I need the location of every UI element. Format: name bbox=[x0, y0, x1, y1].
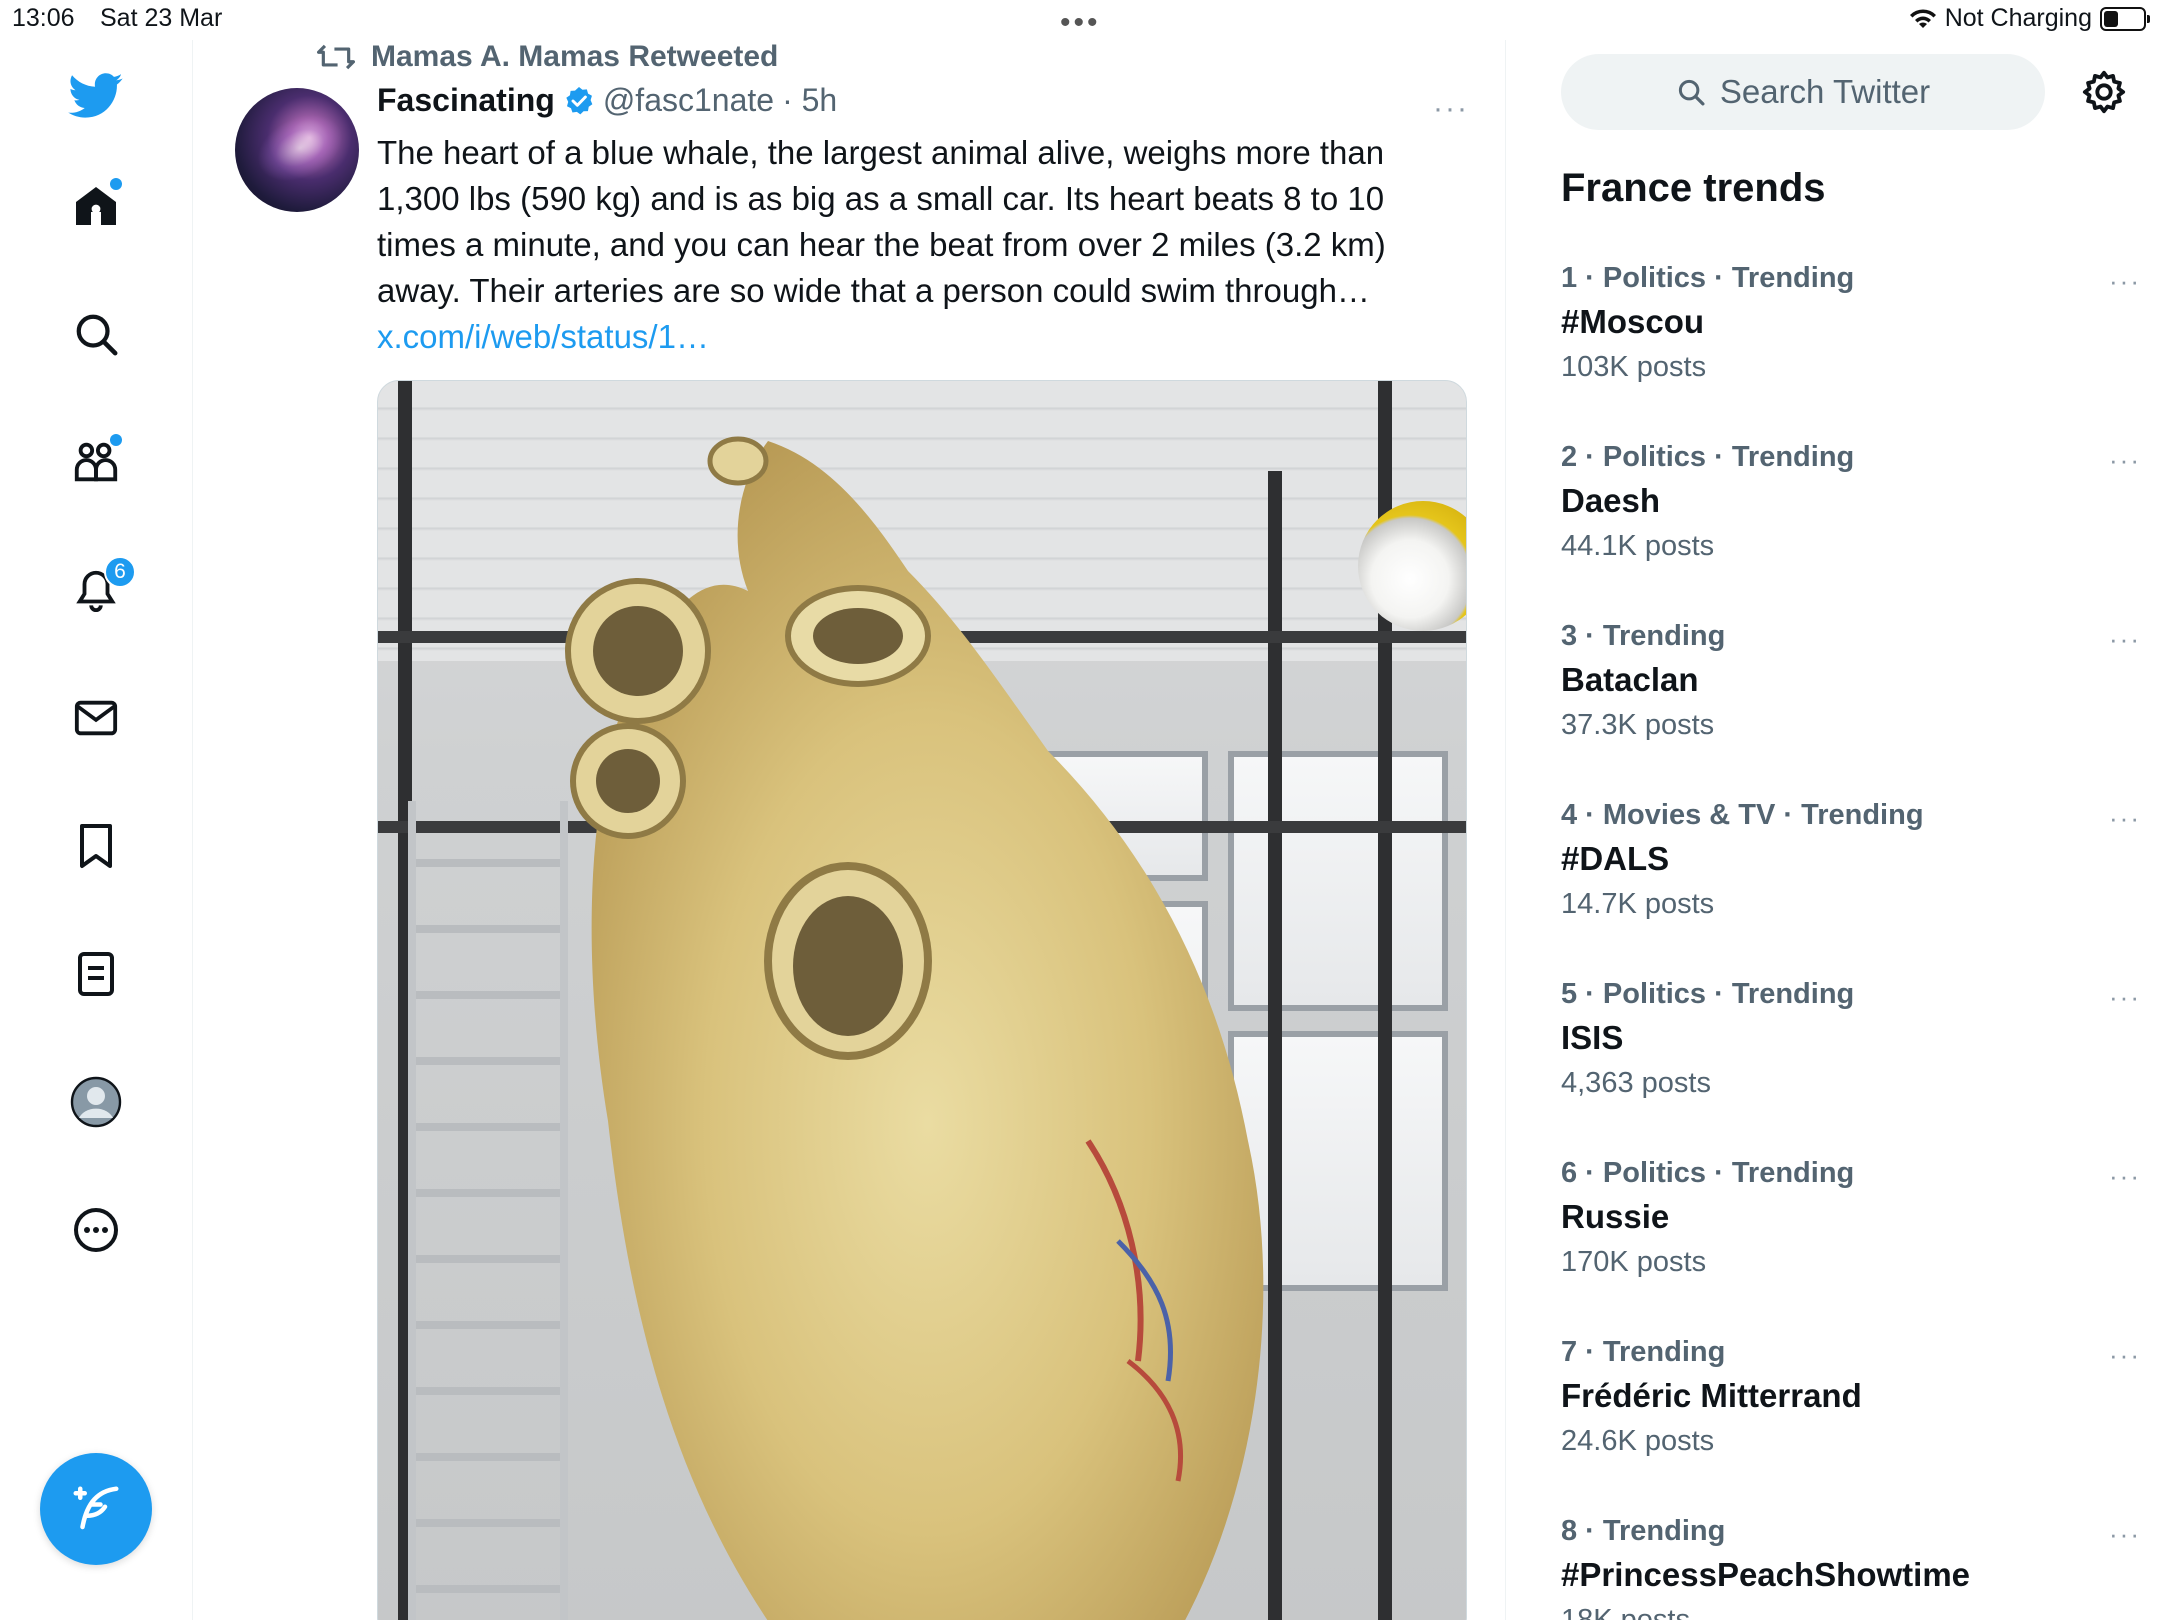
trend-posts: 4,363 posts bbox=[1561, 1067, 1711, 1099]
status-time: 13:06 bbox=[12, 4, 75, 32]
tweet-media-image[interactable] bbox=[377, 380, 1467, 1620]
tweet-more-icon[interactable]: ··· bbox=[1433, 92, 1469, 126]
tweet-body: The heart of a blue whale, the largest a… bbox=[377, 130, 1457, 360]
trend-item[interactable]: 6 · Politics · Trending Russie 170K post… bbox=[1561, 1157, 2141, 1317]
notifications-badge: 6 bbox=[104, 556, 136, 588]
trend-item[interactable]: 7 · Trending Frédéric Mitterrand 24.6K p… bbox=[1561, 1336, 2141, 1496]
trend-posts: 103K posts bbox=[1561, 351, 1707, 383]
trend-meta: 5 · Politics · Trending bbox=[1561, 978, 1855, 1010]
tweet-text: The heart of a blue whale, the largest a… bbox=[377, 134, 1386, 309]
trend-item[interactable]: 2 · Politics · Trending Daesh 44.1K post… bbox=[1561, 441, 2141, 601]
more-icon[interactable] bbox=[64, 1198, 128, 1262]
author-name[interactable]: Fascinating bbox=[377, 82, 555, 119]
compose-tweet-button[interactable] bbox=[40, 1453, 152, 1565]
trend-meta: 3 · Trending bbox=[1561, 620, 1726, 652]
trend-item[interactable]: 3 · Trending Bataclan 37.3K posts ··· bbox=[1561, 620, 2141, 780]
settings-gear-icon[interactable] bbox=[2076, 64, 2132, 120]
trend-name: ISIS bbox=[1561, 1019, 1624, 1056]
retweet-icon bbox=[317, 44, 355, 70]
trend-meta: 7 · Trending bbox=[1561, 1336, 1726, 1368]
trend-posts: 18K posts bbox=[1561, 1604, 1690, 1620]
trend-posts: 14.7K posts bbox=[1561, 888, 1715, 920]
trend-name: #Moscou bbox=[1561, 303, 1705, 340]
trend-meta: 1 · Politics · Trending bbox=[1561, 262, 1855, 294]
trend-name: #PrincessPeachShowtime bbox=[1561, 1556, 1971, 1593]
trend-name: Bataclan bbox=[1561, 661, 1699, 698]
trend-item[interactable]: 5 · Politics · Trending ISIS 4,363 posts… bbox=[1561, 978, 2141, 1138]
trend-posts: 44.1K posts bbox=[1561, 530, 1715, 562]
bookmark-icon[interactable] bbox=[64, 814, 128, 878]
multitask-dots-icon[interactable]: ••• bbox=[1060, 6, 1101, 40]
profile-icon[interactable] bbox=[64, 1070, 128, 1134]
compose-feather-icon bbox=[73, 1486, 119, 1530]
trend-meta: 4 · Movies & TV · Trending bbox=[1561, 799, 1924, 831]
right-sidebar: Search Twitter France trends 1 · Politic… bbox=[1506, 40, 2160, 1620]
wifi-icon bbox=[1909, 8, 1936, 28]
trend-posts: 170K posts bbox=[1561, 1246, 1707, 1278]
communities-icon[interactable] bbox=[64, 430, 128, 494]
mail-icon[interactable] bbox=[64, 686, 128, 750]
trend-item[interactable]: 8 · Trending #PrincessPeachShowtime 18K … bbox=[1561, 1515, 2141, 1620]
timeline: Mamas A. Mamas Retweeted Fascinating @fa… bbox=[193, 40, 1506, 1620]
author-avatar[interactable] bbox=[235, 88, 359, 212]
trend-more-icon[interactable]: ··· bbox=[2109, 803, 2141, 834]
status-right: Not Charging bbox=[1909, 4, 2150, 33]
trend-item[interactable]: 4 · Movies & TV · Trending #DALS 14.7K p… bbox=[1561, 799, 2141, 959]
trend-more-icon[interactable]: ··· bbox=[2109, 1340, 2141, 1371]
trend-posts: 37.3K posts bbox=[1561, 709, 1715, 741]
lists-icon[interactable] bbox=[64, 942, 128, 1006]
communities-unread-dot bbox=[110, 434, 122, 446]
trend-meta: 6 · Politics · Trending bbox=[1561, 1157, 1855, 1189]
home-icon[interactable] bbox=[64, 174, 128, 238]
left-nav: 6 bbox=[0, 40, 193, 1620]
tweet-header: Fascinating @fasc1nate · 5h bbox=[377, 82, 837, 119]
trend-name: #DALS bbox=[1561, 840, 1670, 877]
tweet-time[interactable]: · 5h bbox=[782, 82, 837, 119]
trends-title: France trends bbox=[1561, 166, 1826, 210]
retweeted-by-label: Mamas A. Mamas Retweeted bbox=[371, 40, 779, 73]
trend-name: Russie bbox=[1561, 1198, 1670, 1235]
charging-status: Not Charging bbox=[1944, 4, 2092, 32]
trend-meta: 8 · Trending bbox=[1561, 1515, 1726, 1547]
trend-more-icon[interactable]: ··· bbox=[2109, 1161, 2141, 1192]
trend-more-icon[interactable]: ··· bbox=[2109, 982, 2141, 1013]
search-input[interactable]: Search Twitter bbox=[1561, 54, 2045, 130]
trend-name: Frédéric Mitterrand bbox=[1561, 1377, 1862, 1414]
home-unread-dot bbox=[110, 178, 122, 190]
bell-icon[interactable]: 6 bbox=[64, 556, 136, 622]
search-icon[interactable] bbox=[64, 302, 128, 366]
trend-more-icon[interactable]: ··· bbox=[2109, 1519, 2141, 1550]
trend-meta: 2 · Politics · Trending bbox=[1561, 441, 1855, 473]
battery-icon bbox=[2100, 6, 2150, 31]
trend-name: Daesh bbox=[1561, 482, 1661, 519]
twitter-logo-icon[interactable] bbox=[64, 64, 128, 128]
trend-more-icon[interactable]: ··· bbox=[2109, 445, 2141, 476]
trend-item[interactable]: 1 · Politics · Trending #Moscou 103K pos… bbox=[1561, 262, 2141, 422]
retweet-indicator[interactable]: Mamas A. Mamas Retweeted bbox=[317, 40, 778, 74]
whale-heart-illustration bbox=[565, 436, 1264, 1620]
trend-posts: 24.6K posts bbox=[1561, 1425, 1715, 1457]
search-icon bbox=[1678, 79, 1705, 106]
author-handle[interactable]: @fasc1nate bbox=[603, 82, 774, 119]
trend-more-icon[interactable]: ··· bbox=[2109, 266, 2141, 297]
search-placeholder: Search Twitter bbox=[1719, 73, 1931, 110]
tweet-show-more-link[interactable]: x.com/i/web/status/1… bbox=[377, 314, 1457, 360]
verified-badge-icon bbox=[566, 86, 593, 114]
status-bar: 13:06 Sat 23 Mar ••• Not Charging bbox=[0, 0, 2160, 40]
status-date: Sat 23 Mar bbox=[100, 4, 223, 32]
trend-more-icon[interactable]: ··· bbox=[2109, 624, 2141, 655]
